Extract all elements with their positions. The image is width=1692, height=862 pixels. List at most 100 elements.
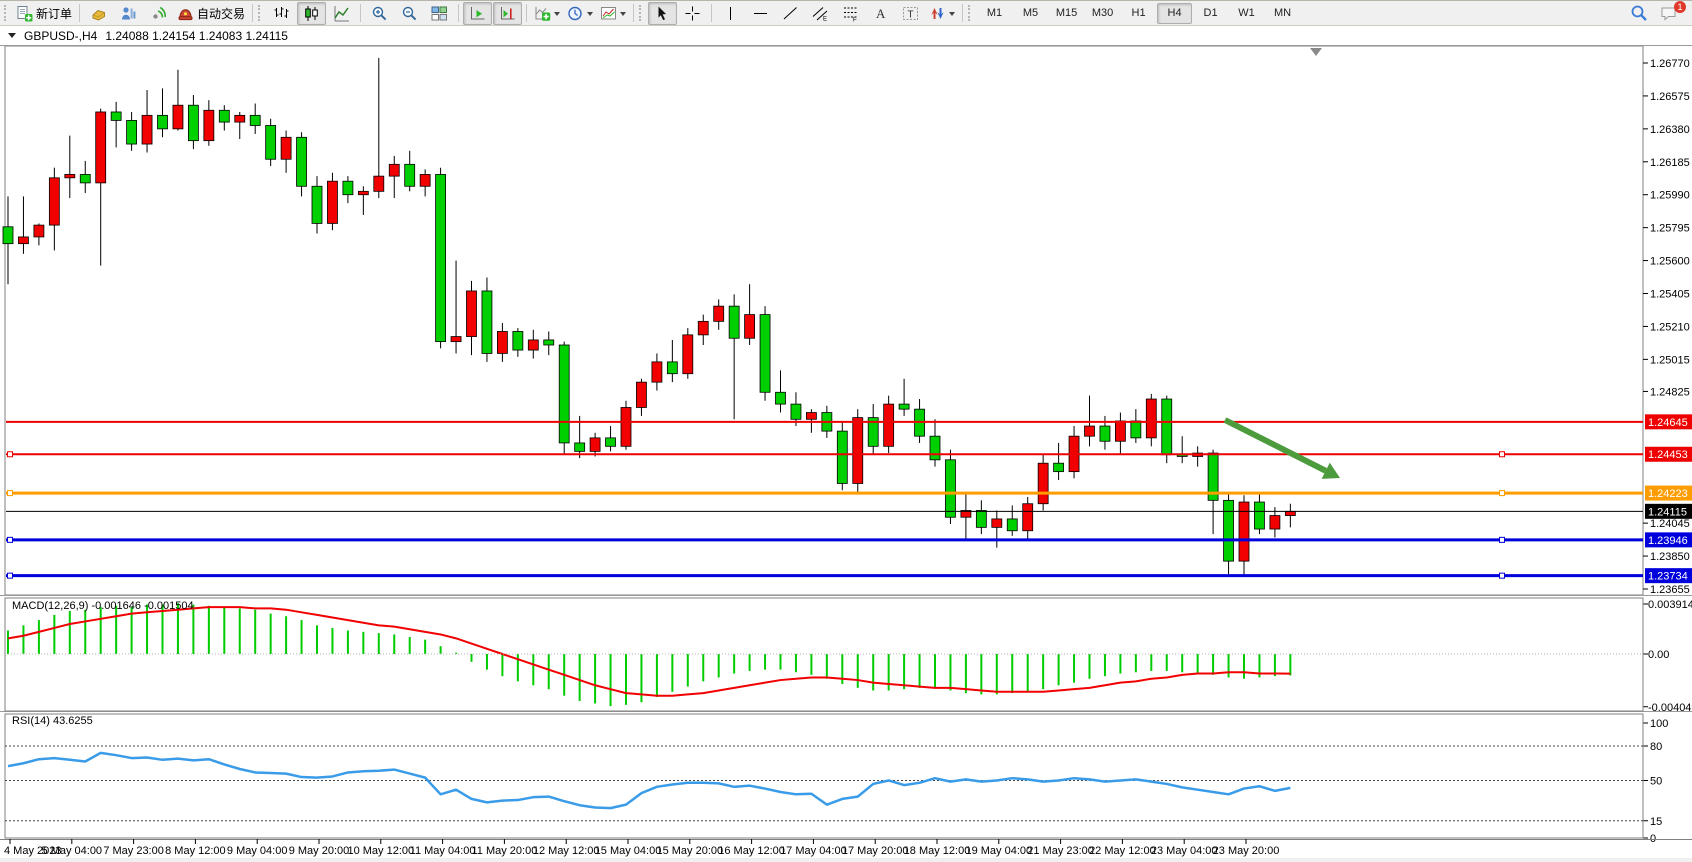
svg-text:1.26185: 1.26185 <box>1650 157 1690 169</box>
zoom-out-button[interactable] <box>395 2 424 25</box>
notification-badge: 1 <box>1674 1 1686 13</box>
toolbar-separator <box>360 4 361 22</box>
time-axis-label: 8 May 12:00 <box>165 845 226 857</box>
svg-text:1.24115: 1.24115 <box>1648 506 1687 518</box>
price-tag: 1.24453 <box>1645 447 1692 462</box>
periods-caret-icon[interactable] <box>587 12 593 19</box>
line-handle[interactable] <box>1500 537 1505 542</box>
indicators-button[interactable] <box>531 2 563 25</box>
candle <box>621 401 631 450</box>
trendline-button[interactable] <box>776 2 805 25</box>
new-order-button[interactable]: 新订单 <box>13 2 75 25</box>
timeframe-M15[interactable]: M15 <box>1049 3 1084 24</box>
new-order-icon <box>16 5 33 22</box>
horizontal-line-button[interactable] <box>746 2 775 25</box>
text-label-button[interactable]: T <box>896 2 925 25</box>
signals-button[interactable] <box>144 2 173 25</box>
timeframe-MN[interactable]: MN <box>1265 3 1300 24</box>
templates-caret-icon[interactable] <box>620 12 626 19</box>
chart-area[interactable]: 1.267701.265751.263801.261851.259901.257… <box>0 1 1692 862</box>
mql5-services-button[interactable] <box>84 2 113 25</box>
timeframe-W1[interactable]: W1 <box>1229 3 1264 24</box>
time-axis-label: 12 May 12:00 <box>533 845 600 857</box>
line-handle[interactable] <box>8 573 13 578</box>
timeframe-M5[interactable]: M5 <box>1013 3 1048 24</box>
svg-text:1.25990: 1.25990 <box>1650 190 1690 202</box>
svg-text:1.26770: 1.26770 <box>1650 58 1690 70</box>
line-handle[interactable] <box>8 491 13 496</box>
indicators-caret-icon[interactable] <box>554 12 560 19</box>
zoom-in-icon <box>371 5 388 22</box>
timeframe-M30[interactable]: M30 <box>1085 3 1120 24</box>
text-button[interactable]: A <box>866 2 895 25</box>
bar-chart-button[interactable] <box>267 2 296 25</box>
candle <box>884 396 894 453</box>
vertical-line-button[interactable] <box>716 2 745 25</box>
timeframe-H1[interactable]: H1 <box>1121 3 1156 24</box>
toolbar-grip[interactable] <box>639 5 644 21</box>
autotrading-button[interactable]: 自动交易 <box>174 2 248 25</box>
chart-title-bar: GBPUSD-,H4 1.24088 1.24154 1.24083 1.241… <box>0 26 1692 46</box>
crosshair-button[interactable] <box>678 2 707 25</box>
vertical-line-icon <box>722 5 739 22</box>
svg-text:50: 50 <box>1650 776 1662 788</box>
toolbar-separator <box>633 4 634 22</box>
svg-text:1.24645: 1.24645 <box>1648 417 1688 429</box>
time-axis-label: 11 May 20:00 <box>471 845 537 857</box>
toolbar-grip[interactable] <box>968 5 973 21</box>
line-handle[interactable] <box>8 537 13 542</box>
trendline-icon <box>782 5 799 22</box>
toolbar-grip[interactable] <box>4 5 9 21</box>
fibonacci-button[interactable]: F <box>836 2 865 25</box>
timeframe-H4[interactable]: H4 <box>1157 3 1192 24</box>
horizontal-line-icon <box>752 5 769 22</box>
line-handle[interactable] <box>1500 573 1505 578</box>
arrows-button[interactable] <box>926 2 958 25</box>
search-button[interactable] <box>1624 2 1653 25</box>
cursor-button[interactable] <box>648 2 677 25</box>
line-handle[interactable] <box>1500 452 1505 457</box>
new-order-label: 新订单 <box>36 5 72 22</box>
candle <box>266 119 276 166</box>
auto-scroll-button[interactable] <box>463 2 492 25</box>
toolbar-grip[interactable] <box>258 5 263 21</box>
line-chart-button[interactable] <box>327 2 356 25</box>
time-axis-label: 11 May 04:00 <box>410 845 476 857</box>
line-handle[interactable] <box>8 452 13 457</box>
text-a-icon: A <box>872 5 889 22</box>
zoom-in-button[interactable] <box>365 2 394 25</box>
periods-clock-icon <box>567 5 584 22</box>
time-axis-label: 22 May 12:00 <box>1089 845 1156 857</box>
search-icon <box>1630 4 1648 22</box>
svg-text:1.24825: 1.24825 <box>1650 386 1690 398</box>
line-chart-icon <box>333 5 350 22</box>
time-axis-label: 9 May 04:00 <box>227 845 288 857</box>
main-plot-frame <box>5 46 1643 595</box>
rsi-pane-frame <box>5 714 1643 838</box>
time-axis-label: 5 May 04:00 <box>42 845 103 857</box>
candlestick-chart-button[interactable] <box>297 2 326 25</box>
rsi-label: RSI(14) 43.6255 <box>12 715 93 727</box>
timeframe-M1[interactable]: M1 <box>977 3 1012 24</box>
timeframe-D1[interactable]: D1 <box>1193 3 1228 24</box>
arrows-caret-icon[interactable] <box>949 12 955 19</box>
candle <box>837 421 847 490</box>
svg-text:1.23946: 1.23946 <box>1648 535 1688 547</box>
notifications-button[interactable]: 1 <box>1654 2 1683 25</box>
svg-text:1.25600: 1.25600 <box>1650 256 1690 268</box>
autotrading-label: 自动交易 <box>197 5 245 22</box>
data-window-button[interactable] <box>114 2 143 25</box>
periods-button[interactable] <box>564 2 596 25</box>
price-tag: 1.23946 <box>1645 532 1692 547</box>
templates-button[interactable] <box>597 2 629 25</box>
price-tag: 1.23734 <box>1645 568 1692 583</box>
equidistant-channel-button[interactable]: E <box>806 2 835 25</box>
svg-text:1.23655: 1.23655 <box>1650 584 1690 596</box>
equidistant-channel-icon: E <box>812 5 829 22</box>
line-handle[interactable] <box>1500 491 1505 496</box>
window-menu-icon[interactable] <box>8 33 16 42</box>
chart-shift-button[interactable] <box>493 2 522 25</box>
time-axis-label: 15 May 04:00 <box>595 845 662 857</box>
tile-windows-button[interactable] <box>425 2 454 25</box>
svg-text:0.00: 0.00 <box>1648 649 1669 661</box>
